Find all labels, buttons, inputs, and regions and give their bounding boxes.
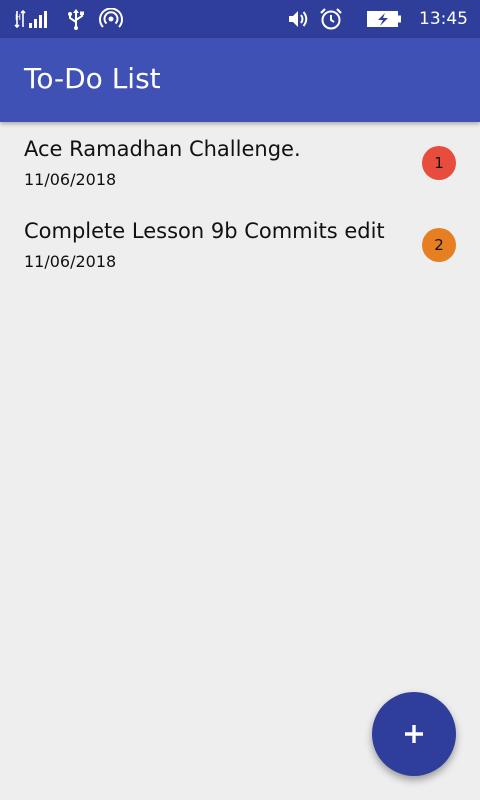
status-bar: H 13:45	[0, 0, 480, 38]
hotspot-icon	[98, 8, 124, 30]
add-icon	[402, 722, 426, 746]
task-title: Complete Lesson 9b Commits edit	[24, 219, 385, 243]
volume-icon	[287, 8, 309, 30]
signal-icon: H	[14, 8, 54, 30]
battery-charging-icon	[367, 9, 403, 29]
task-date: 11/06/2018	[24, 252, 117, 271]
app-bar: To-Do List	[0, 38, 480, 122]
task-date: 11/06/2018	[24, 170, 117, 189]
status-time: 13:45	[419, 9, 468, 29]
usb-icon	[66, 8, 86, 30]
page-title: To-Do List	[24, 62, 161, 95]
svg-text:H: H	[15, 13, 21, 22]
task-title: Ace Ramadhan Challenge.	[24, 137, 301, 161]
task-list: Ace Ramadhan Challenge. 11/06/2018 1 Com…	[0, 122, 480, 286]
status-right-icons: 13:45	[287, 0, 468, 38]
priority-badge: 2	[422, 228, 456, 262]
status-left-icons: H	[14, 0, 124, 38]
list-item[interactable]: Ace Ramadhan Challenge. 11/06/2018 1	[0, 122, 480, 204]
add-task-button[interactable]	[372, 692, 456, 776]
priority-badge: 1	[422, 146, 456, 180]
alarm-icon	[319, 7, 343, 31]
list-item[interactable]: Complete Lesson 9b Commits edit 11/06/20…	[0, 204, 480, 286]
